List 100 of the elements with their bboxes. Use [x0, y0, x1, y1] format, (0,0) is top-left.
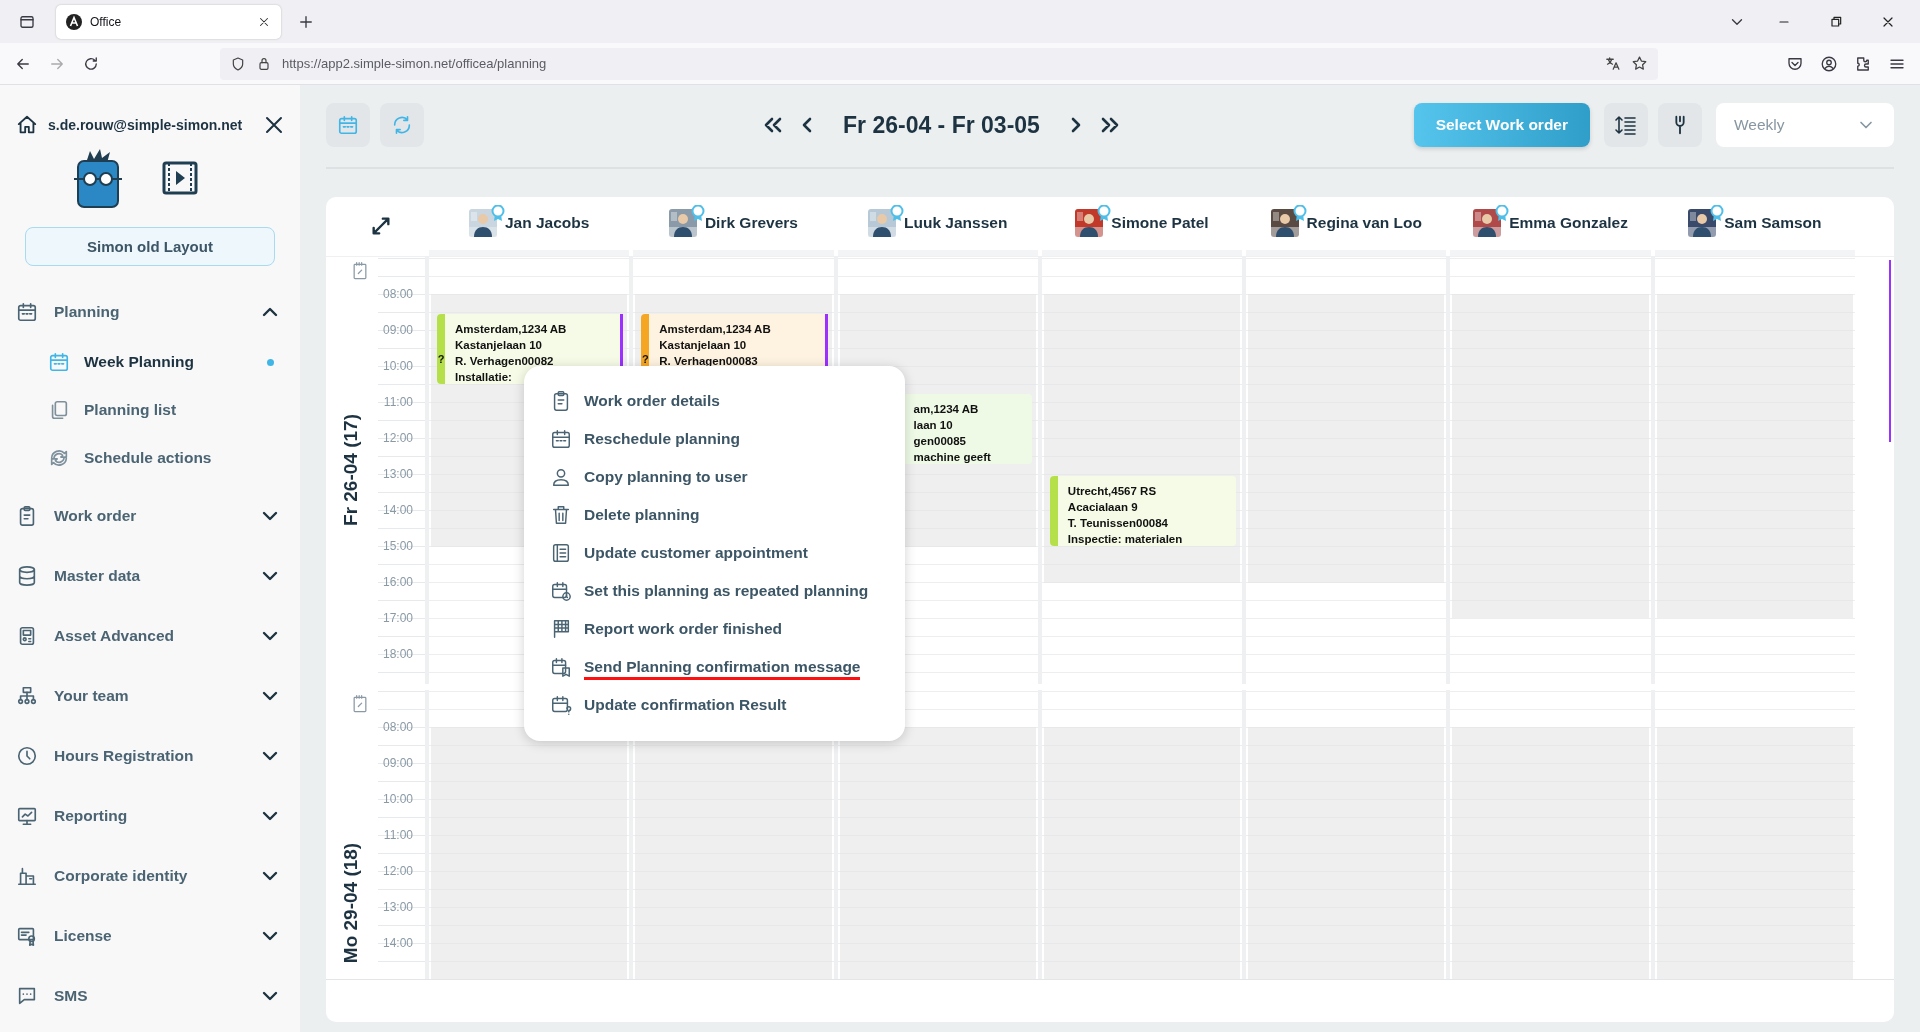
address-field[interactable]: https://app2.simple-simon.net/officea/planning: [220, 47, 1658, 80]
nav-subitem[interactable]: Week Planning: [16, 338, 286, 386]
card-text: Kastanjelaan 10: [659, 337, 748, 353]
menu-item-label: Update customer appointment: [584, 544, 808, 562]
chat-icon: [16, 985, 38, 1007]
translate-icon[interactable]: [1604, 55, 1621, 72]
account-icon[interactable]: [1820, 54, 1838, 73]
nav-item[interactable]: Your team: [16, 666, 286, 726]
card-text: R. Verhagen00082: [455, 353, 555, 369]
calendar-clock-icon: [550, 580, 572, 602]
menu-item-label: Delete planning: [584, 506, 700, 524]
layout-button[interactable]: Simon old Layout: [25, 227, 275, 266]
nav-item[interactable]: Reporting: [16, 786, 286, 846]
card-text: gen00085: [913, 433, 967, 449]
nav-item[interactable]: Corporate identity: [16, 846, 286, 906]
sort-icon: [1614, 113, 1638, 137]
active-dot: [267, 358, 274, 366]
nav-item[interactable]: Work order: [16, 486, 286, 546]
nav-subitem[interactable]: Planning list: [16, 386, 286, 434]
menu-item-label: Reschedule planning: [584, 430, 740, 448]
scrollbar-thumb[interactable]: [1889, 260, 1891, 442]
card-text: machine geeft: [913, 449, 992, 464]
user-icon: [550, 466, 572, 488]
menu-item-label: Work order details: [584, 392, 720, 410]
menu-item-label: Update confirmation Result: [584, 696, 787, 714]
award-icon: [890, 205, 904, 222]
time-label: 09:00: [382, 754, 413, 771]
database-icon: [16, 565, 38, 587]
nav-item[interactable]: License: [16, 906, 286, 966]
nav-item[interactable]: Hours Registration: [16, 726, 286, 786]
menu-item[interactable]: Delete planning: [550, 496, 905, 534]
time-label: 10:00: [382, 790, 413, 807]
browser-tab[interactable]: Office: [56, 4, 281, 39]
menu-item[interactable]: Set this planning as repeated planning: [550, 572, 905, 610]
menu-item[interactable]: Update customer appointment: [550, 534, 905, 572]
nav-subitem[interactable]: Schedule actions: [16, 434, 286, 482]
question-mark: ?: [437, 351, 445, 366]
nav-item[interactable]: Asset Advanced: [16, 606, 286, 666]
presentation-icon: [16, 805, 38, 827]
trash-icon: [550, 504, 572, 526]
day-label: Fr 26-04 (17): [340, 414, 362, 527]
extensions-icon[interactable]: [1854, 54, 1872, 73]
time-label: 14:00: [382, 934, 413, 951]
time-label: 12:00: [382, 429, 413, 446]
tool-button[interactable]: [1658, 103, 1702, 147]
card-text: Amsterdam,1234 AB: [455, 321, 568, 337]
card-text: Utrecht,4567 RS: [1067, 483, 1158, 499]
card-text: laan 10: [913, 417, 954, 433]
time-label: 18:00: [382, 645, 413, 662]
time-label: 10:00: [382, 357, 413, 374]
time-label: 11:00: [383, 393, 413, 410]
home-icon[interactable]: [16, 114, 38, 136]
time-label: 08:00: [382, 718, 413, 735]
award-icon: [1710, 205, 1725, 222]
document-icon: [550, 542, 572, 564]
star-icon[interactable]: [1631, 55, 1648, 72]
time-label: 13:00: [382, 898, 413, 915]
time-label: 13:00: [382, 465, 413, 482]
menu-item-label: Set this planning as repeated planning: [584, 582, 869, 600]
staff-name: Jan Jacobs: [504, 214, 590, 233]
calendar-icon: [550, 428, 572, 450]
user-email: s.de.rouw@simple-simon.net: [48, 117, 244, 133]
card-text: R. Verhagen00083: [659, 353, 759, 369]
nav-item[interactable]: SMS: [16, 966, 286, 1026]
award-icon: [1495, 205, 1510, 222]
card-text: T. Teunissen00084: [1067, 515, 1169, 531]
time-label: 09:00: [382, 321, 413, 338]
menu-item[interactable]: Send Planning confirmation message: [550, 648, 905, 686]
staff-name: Regina van Loo: [1306, 214, 1422, 233]
building-icon: [16, 865, 38, 887]
lock-icon: [256, 55, 272, 72]
award-icon: [490, 205, 505, 222]
time-label: 12:00: [382, 862, 413, 879]
reload-icon[interactable]: [82, 54, 100, 73]
sort-button[interactable]: [1604, 103, 1648, 147]
time-label: 11:00: [383, 826, 413, 843]
time-label: 17:00: [382, 609, 413, 626]
card-text: Acacialaan 9: [1067, 499, 1139, 515]
calendar-icon: [48, 351, 70, 373]
menu-item[interactable]: Report work order finished: [550, 610, 905, 648]
menu-item[interactable]: Update confirmation Result: [550, 686, 905, 724]
video-icon[interactable]: [162, 160, 198, 196]
url-text: https://app2.simple-simon.net/officea/planning: [282, 56, 547, 71]
menu-item-label: Copy planning to user: [584, 468, 748, 486]
card-text: am,1234 AB: [913, 401, 980, 417]
staff-name: Luuk Janssen: [904, 214, 1008, 233]
nav-item[interactable]: Master data: [16, 546, 286, 606]
nav-item[interactable]: Planning: [16, 286, 286, 338]
mascot-logo: [72, 147, 124, 209]
hierarchy-icon: [16, 685, 38, 707]
refresh-icon: [391, 114, 413, 136]
staff-name: Sam Samson: [1724, 214, 1822, 233]
planning-card[interactable]: Utrecht,4567 RS Acacialaan 9 T. Teunissen00084 Inspectie: materialen: [1049, 475, 1237, 546]
staff-name: Dirk Grevers: [704, 214, 798, 233]
menu-item-label: Report work order finished: [584, 620, 783, 638]
menu-item-label: Send Planning confirmation message: [584, 658, 861, 680]
certificate-icon: [16, 925, 38, 947]
calendar-question-icon: [550, 694, 572, 716]
swap-icon[interactable]: [369, 215, 392, 238]
day-label: Mo 29-04 (18): [340, 843, 362, 964]
